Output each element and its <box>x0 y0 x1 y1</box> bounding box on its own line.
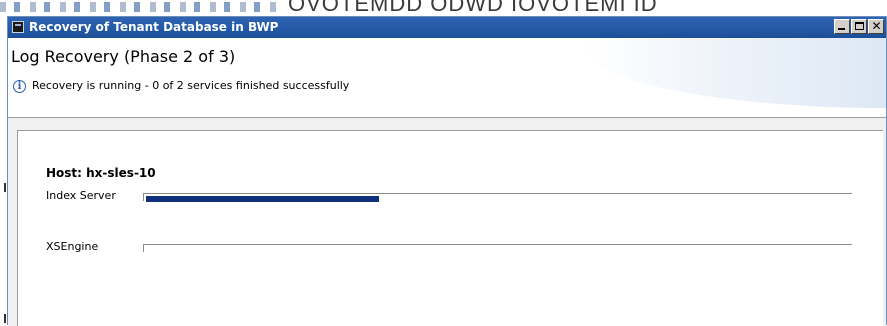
maximize-icon <box>855 22 864 30</box>
header-decoration <box>586 38 886 108</box>
background-app-strip: OVOTEMDD ODWD IOVOTEMI ID <box>0 0 887 16</box>
host-label: Host: hx-sles-10 <box>46 166 156 180</box>
edge-mark <box>4 183 6 192</box>
progress-bar-index-server <box>143 193 852 202</box>
title-bar[interactable]: Recovery of Tenant Database in BWP ✕ <box>8 17 886 38</box>
window-title: Recovery of Tenant Database in BWP <box>29 20 279 34</box>
close-icon: ✕ <box>871 19 882 33</box>
background-left-edge <box>0 16 7 325</box>
progress-fill-index-server <box>146 196 379 202</box>
background-toolbar-icons <box>0 2 280 12</box>
edge-mark <box>4 314 6 323</box>
progress-panel[interactable]: Host: hx-sles-10 Index Server XSEngine <box>17 130 883 326</box>
progress-bar-xsengine <box>143 244 852 252</box>
minimize-button[interactable] <box>834 19 850 34</box>
window-controls: ✕ <box>833 19 884 34</box>
service-label-index-server: Index Server <box>46 189 116 202</box>
background-app-text: OVOTEMDD ODWD IOVOTEMI ID <box>288 0 658 16</box>
close-button[interactable]: ✕ <box>868 19 884 34</box>
recovery-dialog: Recovery of Tenant Database in BWP ✕ Log… <box>7 16 887 326</box>
dialog-header: Log Recovery (Phase 2 of 3) i Recovery i… <box>8 38 886 118</box>
app-window-icon <box>12 21 24 33</box>
status-message: Recovery is running - 0 of 2 services fi… <box>32 79 350 92</box>
dialog-content: Host: hx-sles-10 Index Server XSEngine <box>8 118 886 326</box>
service-label-xsengine: XSEngine <box>46 240 99 253</box>
info-icon: i <box>13 80 26 93</box>
page-title: Log Recovery (Phase 2 of 3) <box>11 47 236 66</box>
minimize-icon <box>838 28 845 30</box>
maximize-button[interactable] <box>851 19 867 34</box>
